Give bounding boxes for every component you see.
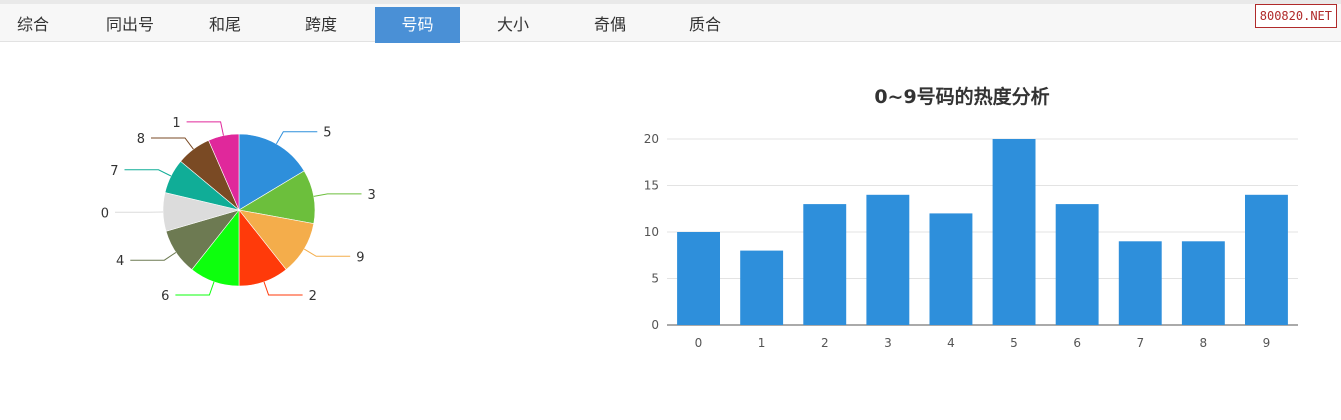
x-tick-label: 9 [1263,336,1271,350]
pie-chart: 5 3 9 2 6 4 0 7 8 1 [101,116,376,304]
x-tick-label: 3 [884,336,892,350]
bar [677,232,720,325]
pie-leader-line [151,137,194,150]
tab-jiou[interactable]: 奇偶 [577,7,643,43]
pie-label: 5 [323,126,331,141]
pie-leader-line [275,131,318,145]
pie-leader-line [303,248,351,257]
x-tick-label: 4 [947,336,955,350]
pie-label: 2 [309,289,317,304]
pie-leader-line [124,169,172,177]
pie-leader-line [263,281,303,296]
bar [866,194,910,325]
bar [740,250,784,325]
bar [1181,241,1225,325]
pie-label: 8 [137,132,145,147]
x-tick-label: 5 [1010,336,1018,350]
chart-title: 0~9号码的热度分析 [874,85,1049,108]
y-tick-label: 5 [651,272,659,286]
bar [1245,194,1288,325]
x-tick-label: 8 [1199,336,1207,350]
bar [803,204,847,325]
pie-label: 7 [110,164,118,179]
x-tick-label: 6 [1073,336,1081,350]
pie-leader-line [175,281,215,296]
watermark-logo: 800820.NET [1254,4,1337,28]
bar [992,139,1036,325]
bar [1118,241,1162,325]
x-tick-label: 7 [1136,336,1144,350]
x-tick-label: 0 [695,336,703,350]
pie-label: 3 [368,188,376,203]
x-tick-label: 2 [821,336,829,350]
pie-label: 6 [161,289,169,304]
pie-leader-line [130,251,177,261]
tab-zhihe[interactable]: 质合 [672,7,738,43]
y-tick-label: 10 [644,225,659,239]
pie-label: 1 [172,116,180,131]
pie-label: 9 [356,250,364,265]
y-tick-label: 0 [651,318,659,332]
pie-leader-line [186,121,224,136]
pie-label: 0 [101,206,109,221]
y-tick-label: 20 [644,132,659,146]
bar [929,213,973,325]
x-tick-label: 1 [758,336,766,350]
y-tick-label: 15 [644,179,659,193]
pie-label: 4 [116,254,124,269]
bar [1055,204,1099,325]
pie-leader-line [313,193,362,197]
